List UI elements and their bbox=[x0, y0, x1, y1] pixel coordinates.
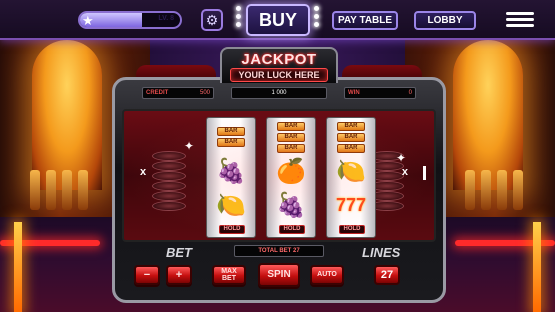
settings-gear-icon[interactable]: ⚙ bbox=[201, 9, 223, 31]
left-bulb-column bbox=[236, 6, 242, 34]
xp-level-label: LV. 8 bbox=[158, 15, 174, 22]
seven-icon: 777 bbox=[335, 194, 367, 215]
max-bet-button[interactable]: MAX BET bbox=[212, 265, 246, 285]
hold-button-reel-2[interactable]: HOLD bbox=[279, 225, 305, 234]
left-coin-stack-icon bbox=[152, 151, 188, 221]
lemon-icon: 🍋 bbox=[216, 191, 246, 219]
left-bar-stools bbox=[30, 140, 90, 210]
win-display: WIN 0 bbox=[344, 87, 416, 99]
lines-value-button[interactable]: 27 bbox=[374, 265, 400, 285]
star-icon: ★ bbox=[82, 13, 94, 28]
win-label: WIN bbox=[348, 90, 360, 96]
orange-icon: 🍊 bbox=[276, 157, 306, 185]
right-multiplier: x bbox=[401, 166, 408, 178]
lemon-icon: 🍋 bbox=[336, 157, 366, 185]
xp-level-bar: ★ LV. 8 bbox=[78, 11, 182, 29]
reel-1: BAR BAR 🍇 🍋 HOLD bbox=[206, 117, 256, 238]
right-pillar-light bbox=[533, 222, 541, 312]
reel-panel: x x ✦ ✦ BAR BAR 🍇 🍋 HOLD BAR BAR BAR 🍊 🍇… bbox=[122, 109, 436, 242]
bar-symbol-stack: BAR BAR BAR bbox=[267, 121, 315, 153]
bar-symbol: BAR bbox=[277, 132, 305, 142]
bar-symbol: BAR bbox=[217, 127, 245, 136]
right-line-marker bbox=[423, 166, 426, 180]
total-bet-display: TOTAL BET 27 bbox=[234, 245, 324, 257]
bar-symbol: BAR bbox=[337, 132, 365, 142]
hamburger-menu-icon[interactable] bbox=[506, 9, 534, 31]
bar-symbol: BAR bbox=[337, 143, 365, 153]
bar-symbol-stack: BAR BAR bbox=[207, 122, 255, 152]
buy-button[interactable]: BUY bbox=[246, 4, 310, 36]
bar-symbol: BAR bbox=[277, 143, 305, 153]
control-panel: BET TOTAL BET 27 LINES − + MAX BET SPIN … bbox=[122, 245, 436, 299]
auto-spin-button[interactable]: AUTO bbox=[310, 265, 344, 285]
bar-symbol: BAR bbox=[277, 121, 305, 131]
left-pillar-light bbox=[14, 222, 22, 312]
bet-increase-button[interactable]: + bbox=[166, 265, 192, 285]
balance-display: 1 000 bbox=[231, 87, 327, 99]
left-multiplier: x bbox=[140, 166, 147, 178]
jackpot-subtitle: YOUR LUCK HERE bbox=[230, 68, 328, 82]
hold-button-reel-1[interactable]: HOLD bbox=[219, 225, 245, 234]
jackpot-sign: JACKPOT YOUR LUCK HERE bbox=[220, 47, 338, 83]
hold-button-reel-3[interactable]: HOLD bbox=[339, 225, 365, 234]
grapes-icon: 🍇 bbox=[216, 157, 246, 185]
sparkle-icon: ✦ bbox=[396, 151, 407, 165]
top-bar: ★ LV. 8 ⚙ BUY PAY TABLE LOBBY bbox=[0, 0, 555, 40]
bet-label: BET bbox=[166, 245, 192, 260]
bar-symbol: BAR bbox=[337, 121, 365, 131]
credit-value: 500 bbox=[199, 90, 210, 96]
jackpot-title: JACKPOT bbox=[241, 51, 317, 68]
grapes-icon: 🍇 bbox=[276, 191, 306, 219]
spin-button[interactable]: SPIN bbox=[258, 263, 300, 287]
pay-table-button[interactable]: PAY TABLE bbox=[332, 11, 398, 30]
sparkle-icon: ✦ bbox=[184, 139, 195, 153]
right-bulb-column bbox=[314, 6, 320, 34]
credit-display: CREDIT 500 bbox=[142, 87, 214, 99]
credit-label: CREDIT bbox=[146, 90, 169, 96]
bar-symbol-stack: BAR BAR BAR bbox=[327, 121, 375, 153]
reel-3: BAR BAR BAR 🍋 777 HOLD bbox=[326, 117, 376, 238]
slot-machine: JACKPOT YOUR LUCK HERE CREDIT 500 1 000 … bbox=[106, 47, 452, 303]
right-bar-stools bbox=[465, 140, 525, 210]
lines-label: LINES bbox=[362, 245, 401, 260]
reel-2: BAR BAR BAR 🍊 🍇 HOLD bbox=[266, 117, 316, 238]
right-coin-stack-icon bbox=[370, 151, 406, 221]
win-value: 0 bbox=[408, 90, 412, 96]
info-row: CREDIT 500 1 000 WIN 0 bbox=[142, 87, 416, 99]
lobby-button[interactable]: LOBBY bbox=[414, 11, 476, 30]
bar-symbol: BAR bbox=[217, 138, 245, 147]
bet-decrease-button[interactable]: − bbox=[134, 265, 160, 285]
